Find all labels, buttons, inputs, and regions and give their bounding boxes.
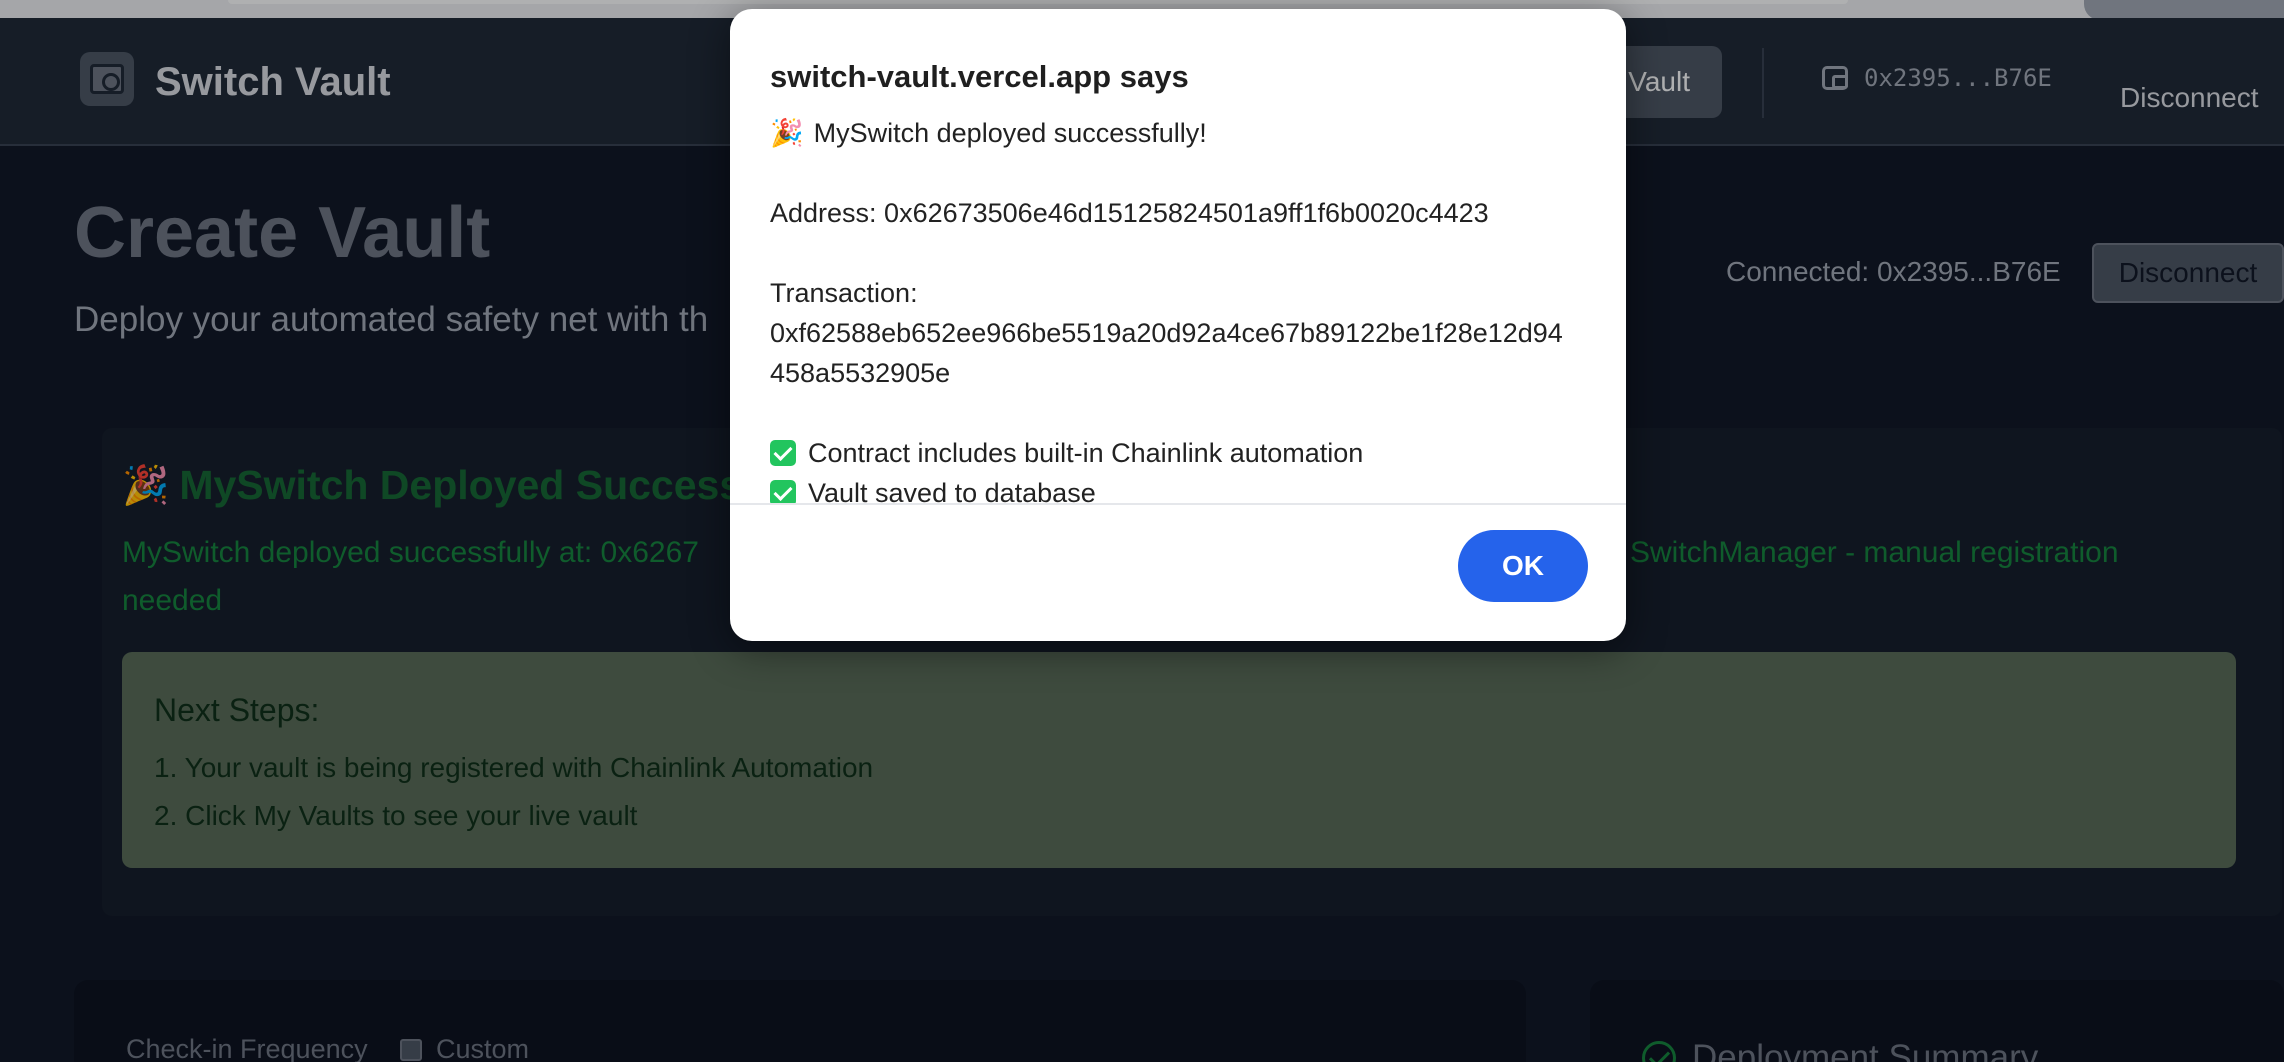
dialog-divider — [730, 503, 1626, 505]
dialog-check-item: Vault saved to database — [808, 478, 1096, 503]
dialog-address: Address: 0x62673506e46d15125824501a9ff1f… — [770, 198, 1489, 228]
ok-button[interactable]: OK — [1458, 530, 1588, 602]
dialog-message: 🎉 MySwitch deployed successfully! Address… — [770, 113, 1600, 503]
dialog-check-item: Contract includes built-in Chainlink aut… — [808, 438, 1364, 468]
alert-dialog: switch-vault.vercel.app says 🎉 MySwitch d… — [730, 9, 1626, 641]
party-popper-icon: 🎉 — [770, 118, 804, 148]
dialog-title: switch-vault.vercel.app says — [770, 59, 1189, 94]
check-mark-icon — [770, 480, 796, 503]
dialog-success-line: MySwitch deployed successfully! — [813, 118, 1207, 148]
dialog-transaction-hash: 0xf62588eb652ee966be5519a20d92a4ce67b891… — [770, 318, 1563, 388]
dialog-transaction-label: Transaction: — [770, 278, 918, 308]
check-mark-icon — [770, 440, 796, 466]
